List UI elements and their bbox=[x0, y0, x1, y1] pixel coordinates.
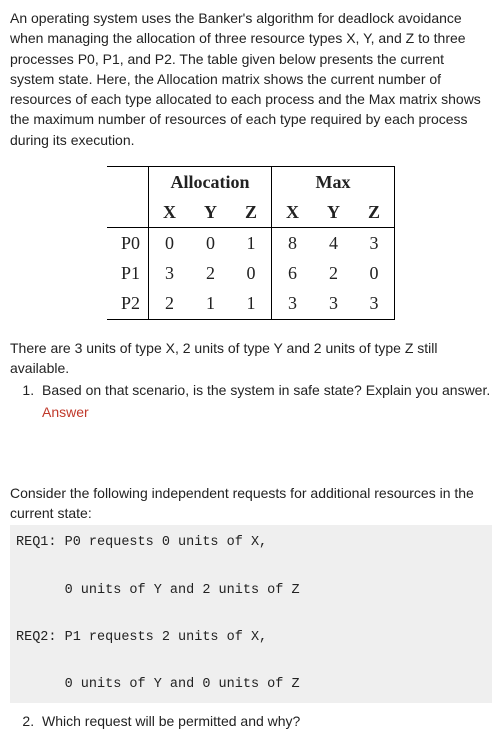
sub-y2: Y bbox=[313, 197, 354, 228]
req2-line2: 0 units of Y and 0 units of Z bbox=[16, 677, 300, 692]
cell: 8 bbox=[272, 228, 314, 259]
sub-x2: X bbox=[272, 197, 314, 228]
intro-text: An operating system uses the Banker's al… bbox=[10, 8, 492, 150]
sub-z2: Z bbox=[354, 197, 395, 228]
cell: 0 bbox=[231, 258, 272, 288]
cell: 0 bbox=[190, 228, 231, 259]
answer-label: Answer bbox=[42, 402, 492, 422]
question-2: Which request will be permitted and why? bbox=[38, 711, 492, 731]
table-row: P2 2 1 1 3 3 3 bbox=[107, 288, 395, 319]
cell: 3 bbox=[354, 288, 395, 319]
request-block: REQ1: P0 requests 0 units of X, 0 units … bbox=[10, 525, 492, 702]
sub-y1: Y bbox=[190, 197, 231, 228]
table-corner bbox=[107, 167, 149, 198]
cell: 0 bbox=[148, 228, 190, 259]
q1-text: Based on that scenario, is the system in… bbox=[42, 382, 490, 398]
sub-z1: Z bbox=[231, 197, 272, 228]
cell: 3 bbox=[148, 258, 190, 288]
group-header-max: Max bbox=[272, 167, 395, 198]
available-text: There are 3 units of type X, 2 units of … bbox=[10, 338, 492, 379]
table-row: P1 3 2 0 6 2 0 bbox=[107, 258, 395, 288]
state-table-wrap: Allocation Max X Y Z X Y Z P0 0 0 1 8 4 … bbox=[10, 166, 492, 319]
cell: 3 bbox=[354, 228, 395, 259]
cell: 2 bbox=[148, 288, 190, 319]
req2-line1: REQ2: P1 requests 2 units of X, bbox=[16, 630, 267, 645]
req1-line2: 0 units of Y and 2 units of Z bbox=[16, 583, 300, 598]
question-list-1: Based on that scenario, is the system in… bbox=[10, 380, 492, 423]
req1-line1: REQ1: P0 requests 0 units of X, bbox=[16, 535, 267, 550]
state-table: Allocation Max X Y Z X Y Z P0 0 0 1 8 4 … bbox=[107, 166, 395, 319]
cell: 4 bbox=[313, 228, 354, 259]
cell: 1 bbox=[231, 228, 272, 259]
cell: 2 bbox=[190, 258, 231, 288]
cell: 6 bbox=[272, 258, 314, 288]
cell: 1 bbox=[231, 288, 272, 319]
cell: 3 bbox=[313, 288, 354, 319]
row-label-p0: P0 bbox=[107, 228, 149, 259]
q2-text: Which request will be permitted and why? bbox=[42, 713, 300, 729]
question-1: Based on that scenario, is the system in… bbox=[38, 380, 492, 423]
sub-corner bbox=[107, 197, 149, 228]
cell: 3 bbox=[272, 288, 314, 319]
question-list-2: Which request will be permitted and why? bbox=[10, 711, 492, 731]
group-header-allocation: Allocation bbox=[148, 167, 271, 198]
consider-text: Consider the following independent reque… bbox=[10, 483, 492, 524]
cell: 2 bbox=[313, 258, 354, 288]
row-label-p1: P1 bbox=[107, 258, 149, 288]
table-row: P0 0 0 1 8 4 3 bbox=[107, 228, 395, 259]
cell: 1 bbox=[190, 288, 231, 319]
row-label-p2: P2 bbox=[107, 288, 149, 319]
cell: 0 bbox=[354, 258, 395, 288]
sub-x1: X bbox=[148, 197, 190, 228]
